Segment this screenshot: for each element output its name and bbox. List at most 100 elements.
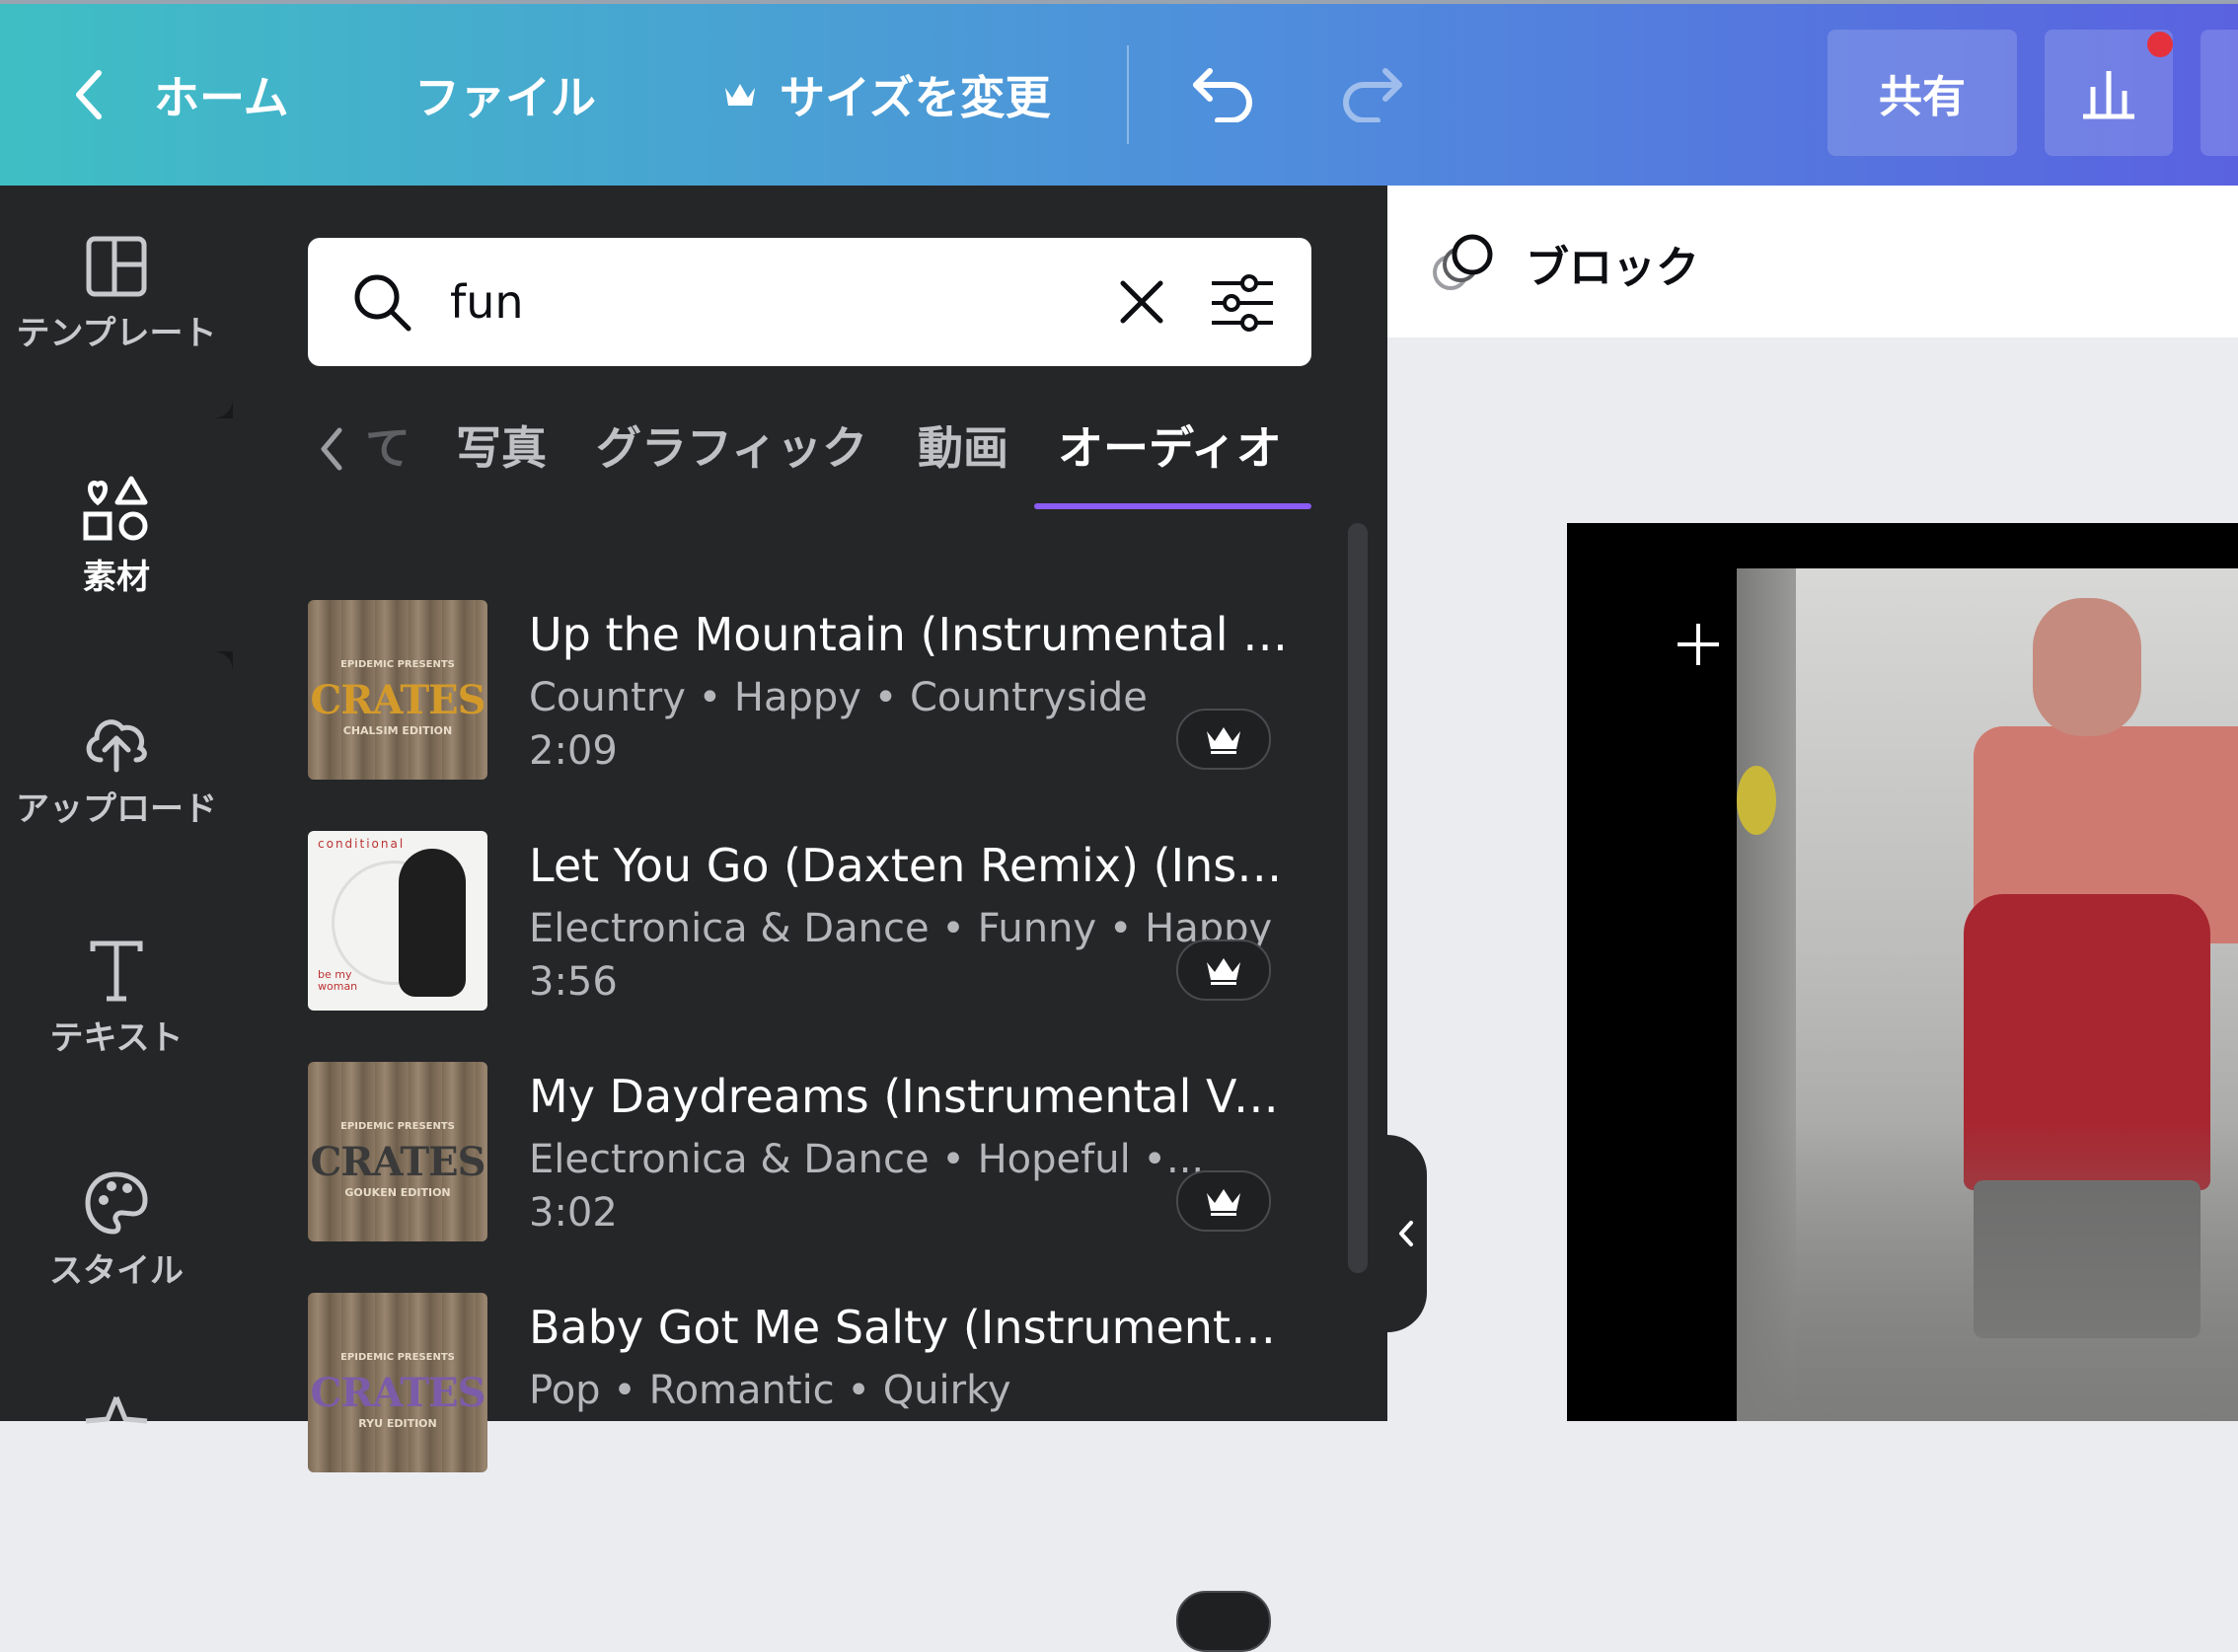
track-title: Up the Mountain (Instrumental V...: [529, 608, 1289, 661]
bar-chart-icon: [2083, 71, 2134, 119]
pro-badge[interactable]: [1176, 1591, 1271, 1652]
search-box[interactable]: [308, 238, 1311, 366]
cover-brand: CRATES: [310, 677, 485, 723]
tabs-scroll-left-icon[interactable]: [318, 424, 347, 474]
track-tags: Country • Happy • Countryside: [529, 675, 1148, 720]
tab-videos[interactable]: 動画: [918, 413, 1008, 478]
rail-label: テキスト: [49, 1018, 184, 1058]
rail-item-elements[interactable]: 素材: [0, 418, 233, 651]
search-icon: [354, 274, 411, 332]
track-title: Let You Go (Daxten Remix) (Instru...: [529, 839, 1289, 892]
file-menu-button[interactable]: ファイル: [414, 4, 596, 186]
track-tags: Electronica & Dance • Funny • Happy: [529, 906, 1273, 951]
cover-brand: CRATES: [310, 1139, 485, 1185]
pro-badge[interactable]: [1176, 709, 1271, 770]
crown-icon: [725, 84, 755, 106]
audio-track[interactable]: conditional be my woman Let You Go (Daxt…: [308, 831, 1295, 1018]
active-tab-indicator: [1034, 503, 1311, 509]
search-input[interactable]: [448, 263, 827, 340]
tab-graphics[interactable]: グラフィック: [596, 413, 867, 478]
audio-track[interactable]: EPIDEMIC PRESENTS CRATES CHALSIM EDITION…: [308, 600, 1295, 788]
rail-label: テンプレート: [16, 314, 217, 353]
chevron-left-icon: [76, 70, 102, 119]
tab-photos[interactable]: 写真: [456, 413, 547, 478]
design-canvas[interactable]: [1567, 523, 2238, 1421]
cover-side-text: be my woman: [318, 968, 358, 993]
rail-item-templates[interactable]: テンプレート: [0, 235, 233, 354]
share-button[interactable]: 共有: [1828, 30, 2017, 156]
rail-label: スタイル: [49, 1251, 184, 1291]
block-label: ブロック: [1526, 243, 1699, 293]
tab-audio[interactable]: オーディオ: [1058, 413, 1282, 478]
undo-button[interactable]: [1188, 63, 1257, 126]
filter-icon[interactable]: [1210, 273, 1275, 333]
rail-item-styles[interactable]: スタイル: [0, 1170, 233, 1292]
audio-track[interactable]: EPIDEMIC PRESENTS CRATES RYU EDITION Bab…: [308, 1293, 1295, 1652]
track-title: Baby Got Me Salty (Instrumental ...: [529, 1301, 1289, 1354]
crown-icon: [1207, 1189, 1240, 1216]
cover-presenter: EPIDEMIC PRESENTS: [340, 659, 455, 670]
layers-circles-icon: [1433, 234, 1493, 290]
yellow-object: [1737, 766, 1776, 835]
home-label: ホーム: [154, 71, 289, 124]
text-icon: [90, 940, 143, 1002]
context-toolbar: ブロック: [1387, 186, 2238, 338]
palette-icon: [85, 1171, 148, 1235]
rail-item-text[interactable]: テキスト: [0, 939, 233, 1059]
tab-partial[interactable]: て: [365, 413, 410, 478]
track-title: My Daydreams (Instrumental Ver...: [529, 1070, 1289, 1123]
video-clip-thumbnail[interactable]: [1737, 568, 2238, 1421]
category-tabs: て 写真 グラフィック 動画 オーディオ: [233, 413, 1387, 509]
undo-icon: [1193, 68, 1252, 123]
album-cover: conditional be my woman: [308, 831, 487, 1011]
album-cover: EPIDEMIC PRESENTS CRATES CHALSIM EDITION: [308, 600, 487, 780]
notification-dot: [2147, 32, 2173, 57]
upload-icon: [86, 719, 147, 773]
elements-icon: [83, 476, 148, 540]
cover-presenter: EPIDEMIC PRESENTS: [340, 1352, 455, 1363]
more-button[interactable]: [2201, 30, 2238, 156]
block-button[interactable]: ブロック: [1431, 231, 1699, 296]
top-toolbar: ホーム ファイル サイズを変更 共有: [0, 0, 2238, 186]
clear-search-icon[interactable]: [1117, 277, 1166, 327]
person-face: [2033, 598, 2141, 736]
resize-label: サイズを変更: [780, 71, 1051, 124]
audio-track[interactable]: EPIDEMIC PRESENTS CRATES GOUKEN EDITION …: [308, 1062, 1295, 1249]
album-cover: EPIDEMIC PRESENTS CRATES GOUKEN EDITION: [308, 1062, 487, 1241]
toolbar-divider: [1127, 45, 1129, 144]
crown-icon: [1207, 727, 1240, 754]
rail-item-more[interactable]: [0, 1393, 233, 1433]
star-icon: [85, 1396, 148, 1424]
panel-scrollbar[interactable]: [1348, 523, 1368, 1273]
resize-button[interactable]: サイズを変更: [722, 4, 1051, 186]
cover-presenter: EPIDEMIC PRESENTS: [340, 1121, 455, 1132]
album-cover: EPIDEMIC PRESENTS CRATES RYU EDITION: [308, 1293, 487, 1472]
track-duration: 3:02: [529, 1190, 618, 1236]
cover-brand: CRATES: [310, 1370, 485, 1416]
cover-subtitle: RYU EDITION: [358, 1417, 437, 1430]
cover-subtitle: GOUKEN EDITION: [344, 1186, 451, 1199]
redo-icon: [1343, 68, 1402, 123]
side-rail: テンプレート 素材 アップロード テキスト スタイル: [0, 186, 233, 1424]
crown-icon: [1207, 958, 1240, 985]
track-duration: 2:09: [529, 728, 618, 774]
redo-button[interactable]: [1338, 63, 1407, 126]
elements-panel: て 写真 グラフィック 動画 オーディオ EPIDEMIC PRESENTS C…: [233, 186, 1387, 1652]
cover-top-text: conditional: [318, 837, 406, 851]
editor-area: ブロック: [1387, 186, 2238, 1421]
pro-badge[interactable]: [1176, 939, 1271, 1001]
floor-shade: [1737, 1121, 2238, 1421]
analytics-button[interactable]: [2045, 30, 2173, 156]
rail-item-uploads[interactable]: アップロード: [0, 709, 233, 830]
add-icon[interactable]: [1674, 620, 1723, 669]
home-button[interactable]: ホーム: [71, 4, 289, 186]
pro-badge[interactable]: [1176, 1170, 1271, 1232]
rail-label: 素材: [83, 557, 150, 597]
cover-subtitle: CHALSIM EDITION: [342, 724, 453, 737]
rail-label: アップロード: [16, 789, 217, 829]
track-tags: Pop • Romantic • Quirky: [529, 1368, 1011, 1413]
track-duration: 3:56: [529, 959, 618, 1005]
collapse-panel-button[interactable]: [1387, 1135, 1427, 1332]
cover-figure: [399, 849, 466, 997]
template-icon: [86, 236, 147, 297]
